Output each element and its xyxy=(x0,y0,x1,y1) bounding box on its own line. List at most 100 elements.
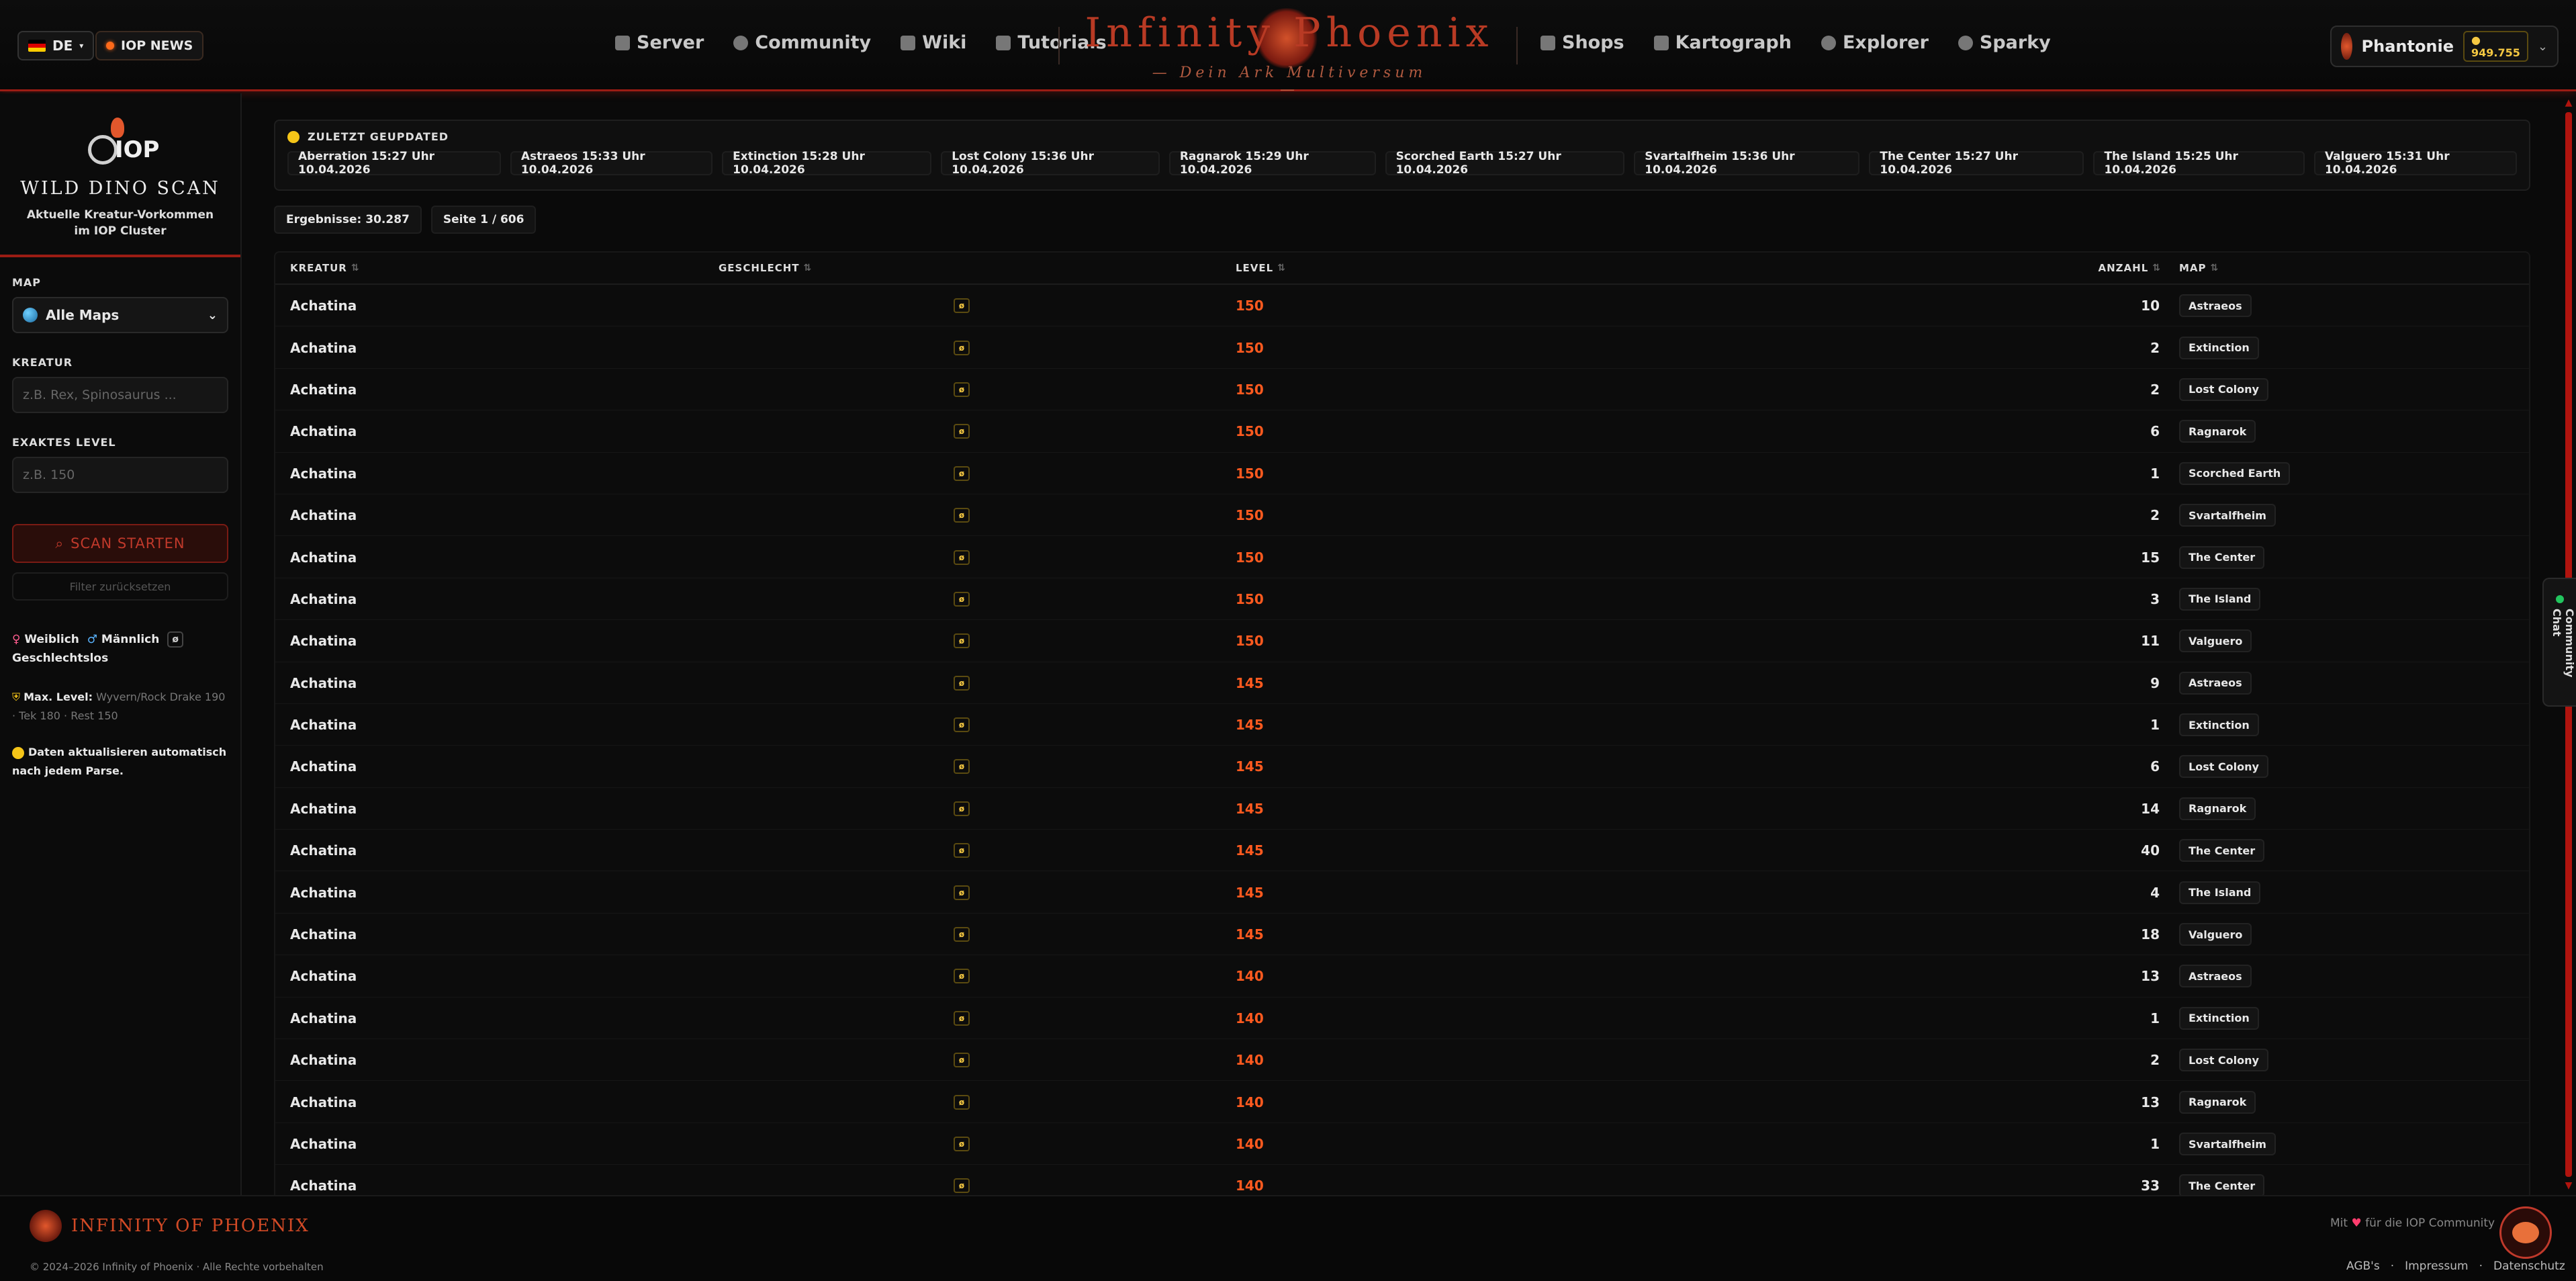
nav-sparky[interactable]: Sparky xyxy=(1958,32,2051,53)
map-cell: Astraeos xyxy=(2179,285,2252,326)
reset-filter-button[interactable]: Filter zurücksetzen xyxy=(12,572,228,601)
auto-update-info: Daten aktualisieren automatisch nach jed… xyxy=(12,743,228,781)
table-row[interactable]: Achatina ø 140 1 Extinction xyxy=(275,998,2529,1040)
link-impressum[interactable]: Impressum xyxy=(2405,1260,2469,1273)
table-row[interactable]: Achatina ø 145 40 The Center xyxy=(275,830,2529,872)
filter-form: MAP Alle Maps ⌄ KREATUR z.B. Rex, Spinos… xyxy=(0,276,240,781)
creature-name: Achatina xyxy=(290,884,357,901)
flame-icon xyxy=(111,118,124,138)
language-switcher[interactable]: DE ▾ xyxy=(17,31,95,60)
map-cell: Lost Colony xyxy=(2179,369,2268,410)
map-cell: Extinction xyxy=(2179,326,2259,368)
results-count: Ergebnisse: 30.287 xyxy=(274,206,422,234)
table-row[interactable]: Achatina ø 145 4 The Island xyxy=(275,871,2529,914)
table-row[interactable]: Achatina ø 150 2 Svartalfheim xyxy=(275,494,2529,537)
book-icon xyxy=(901,35,916,50)
genderless-icon: ø xyxy=(954,466,970,481)
language-code: DE xyxy=(52,38,73,54)
map-badge: Svartalfheim xyxy=(2179,1133,2276,1155)
nav-label: Shops xyxy=(1562,32,1624,53)
genderless-icon: ø xyxy=(954,717,970,733)
table-row[interactable]: Achatina ø 140 2 Lost Colony xyxy=(275,1039,2529,1081)
link-agb[interactable]: AGB's xyxy=(2346,1260,2380,1273)
map-select[interactable]: Alle Maps ⌄ xyxy=(12,297,228,333)
main-content: ZULETZT GEUPDATED Aberration 15:27 Uhr 1… xyxy=(274,120,2530,1208)
iop-scans-logo-icon: IOP xyxy=(87,118,159,169)
scroll-down-icon[interactable]: ▼ xyxy=(2564,1180,2573,1191)
table-row[interactable]: Achatina ø 150 10 Astraeos xyxy=(275,285,2529,327)
avatar xyxy=(2341,33,2352,60)
gender-cell: ø xyxy=(954,453,970,494)
col-gender-label: GESCHLECHT xyxy=(719,262,800,274)
map-badge: Svartalfheim xyxy=(2179,504,2276,527)
genderless-icon: ø xyxy=(954,675,970,691)
update-chip: Lost Colony 15:36 Uhr 10.04.2026 xyxy=(941,150,1160,177)
table-row[interactable]: Achatina ø 150 6 Ragnarok xyxy=(275,410,2529,453)
table-row[interactable]: Achatina ø 145 14 Ragnarok xyxy=(275,788,2529,830)
table-row[interactable]: Achatina ø 150 11 Valguero xyxy=(275,620,2529,662)
col-count[interactable]: ANZAHL ⇅ xyxy=(1898,262,2161,274)
map-badge: Lost Colony xyxy=(2179,378,2268,401)
creature-input[interactable]: z.B. Rex, Spinosaurus ... xyxy=(12,377,228,413)
gender-cell: ø xyxy=(954,1039,970,1081)
footer-brand[interactable]: INFINITY OF PHOENIX xyxy=(30,1210,310,1242)
table-row[interactable]: Achatina ø 140 13 Ragnarok xyxy=(275,1081,2529,1123)
table-row[interactable]: Achatina ø 145 1 Extinction xyxy=(275,704,2529,746)
coin-amount: 949.755 xyxy=(2471,46,2520,59)
map-badge: Extinction xyxy=(2179,1006,2259,1030)
level-label: EXAKTES LEVEL xyxy=(12,436,116,449)
map-badge: The Island xyxy=(2179,587,2261,611)
gender-cell: ø xyxy=(954,998,970,1039)
count-value: 2 xyxy=(2150,1052,2160,1069)
footer-brand-text: INFINITY OF PHOENIX xyxy=(71,1216,310,1236)
map-cell: Valguero xyxy=(2179,620,2252,662)
sort-icon: ⇅ xyxy=(803,263,813,273)
col-map[interactable]: MAP ⇅ xyxy=(2179,262,2219,274)
site-logo-title[interactable]: Infinity Phoenix xyxy=(1074,9,1504,56)
community-chat-tab[interactable]: Community Chat xyxy=(2542,578,2576,707)
sparky-icon xyxy=(1958,35,1973,50)
ai-assistant-button[interactable] xyxy=(2499,1206,2552,1259)
scan-button[interactable]: ⌕ SCAN STARTEN xyxy=(12,524,228,563)
table-row[interactable]: Achatina ø 150 15 The Center xyxy=(275,536,2529,578)
nav-kartograph[interactable]: Kartograph xyxy=(1653,32,1792,53)
col-creature[interactable]: KREATUR ⇅ xyxy=(290,262,360,274)
count-value: 15 xyxy=(2141,549,2160,566)
scroll-up-icon[interactable]: ▲ xyxy=(2564,97,2573,108)
col-level[interactable]: LEVEL ⇅ xyxy=(1236,262,1286,274)
table-row[interactable]: Achatina ø 145 6 Lost Colony xyxy=(275,746,2529,788)
nav-explorer[interactable]: Explorer xyxy=(1821,32,1929,53)
col-gender[interactable]: GESCHLECHT ⇅ xyxy=(719,262,812,274)
result-stats: Ergebnisse: 30.287 Seite 1 / 606 xyxy=(274,206,2530,234)
table-row[interactable]: Achatina ø 150 1 Scorched Earth xyxy=(275,453,2529,494)
table-row[interactable]: Achatina ø 145 18 Valguero xyxy=(275,914,2529,956)
nav-shops[interactable]: Shops xyxy=(1540,32,1624,53)
community-chat-label: Community Chat xyxy=(2550,609,2576,678)
level-input[interactable]: z.B. 150 xyxy=(12,457,228,493)
level-value: 140 xyxy=(1236,1136,1264,1152)
page-subtitle: Aktuelle Kreatur-Vorkommen im IOP Cluster xyxy=(0,207,240,239)
nav-server[interactable]: Server xyxy=(615,32,704,53)
table-row[interactable]: Achatina ø 140 13 Astraeos xyxy=(275,955,2529,998)
nav-community[interactable]: Community xyxy=(733,32,871,53)
sort-icon: ⇅ xyxy=(2210,263,2219,273)
table-row[interactable]: Achatina ø 150 3 The Island xyxy=(275,578,2529,621)
female-icon: ♀ xyxy=(12,633,21,646)
table-row[interactable]: Achatina ø 140 1 Svartalfheim xyxy=(275,1123,2529,1165)
gender-cell: ø xyxy=(954,494,970,536)
news-button[interactable]: IOP NEWS xyxy=(95,31,204,60)
gender-cell: ø xyxy=(954,578,970,620)
link-datenschutz[interactable]: Datenschutz xyxy=(2493,1260,2565,1273)
page-footer: INFINITY OF PHOENIX © 2024–2026 Infinity… xyxy=(0,1195,2576,1281)
gender-cell: ø xyxy=(954,326,970,368)
table-row[interactable]: Achatina ø 150 2 Extinction xyxy=(275,326,2529,369)
footer-links: AGB's · Impressum · Datenschutz xyxy=(2346,1260,2565,1273)
table-row[interactable]: Achatina ø 150 2 Lost Colony xyxy=(275,369,2529,411)
german-flag-icon xyxy=(28,40,46,52)
user-menu[interactable]: Phantonie ● 949.755 ⌄ xyxy=(2330,26,2559,67)
creature-name: Achatina xyxy=(290,1136,357,1152)
nav-wiki[interactable]: Wiki xyxy=(901,32,966,53)
table-row[interactable]: Achatina ø 145 9 Astraeos xyxy=(275,662,2529,704)
scan-button-label: SCAN STARTEN xyxy=(71,535,185,551)
legend-genderless: Geschlechtslos xyxy=(12,652,109,665)
